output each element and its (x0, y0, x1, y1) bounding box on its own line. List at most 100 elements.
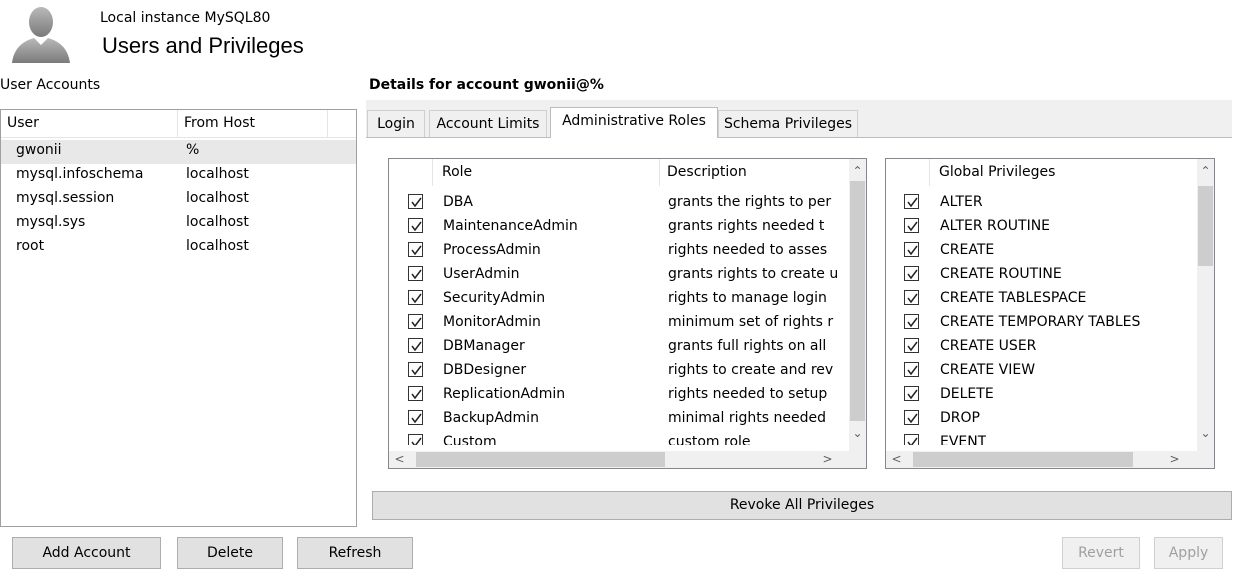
tab-login[interactable]: Login (367, 110, 425, 137)
list-item[interactable]: UserAdmin grants rights to create u (389, 263, 851, 287)
list-item[interactable]: DROP (886, 407, 1198, 431)
roles-list[interactable]: Role Description DBA grants the rights t… (388, 158, 867, 469)
column-user[interactable]: User (7, 115, 39, 131)
table-row[interactable]: mysql.sys localhost (1, 212, 356, 236)
role-checkbox[interactable] (408, 314, 423, 329)
tab-schema-privileges[interactable]: Schema Privileges (718, 110, 858, 137)
column-global-privileges[interactable]: Global Privileges (939, 164, 1055, 180)
user-accounts-table[interactable]: User From Host gwonii % mysql.infoschema… (0, 109, 357, 527)
privileges-header: Global Privileges (886, 159, 1198, 186)
tab-administrative-roles[interactable]: Administrative Roles (550, 107, 718, 138)
scroll-up-icon[interactable]: ⌃ (1197, 163, 1214, 180)
privilege-checkbox[interactable] (904, 362, 919, 377)
tab-strip: Login Account Limits Administrative Role… (366, 107, 1232, 138)
role-checkbox[interactable] (408, 218, 423, 233)
instance-name: Local instance MySQL80 (100, 10, 271, 26)
scroll-left-icon[interactable]: < (888, 451, 905, 468)
host-cell: localhost (186, 190, 249, 206)
privilege-name: EVENT (940, 434, 987, 445)
tab-account-limits[interactable]: Account Limits (429, 110, 547, 137)
list-item[interactable]: CREATE TABLESPACE (886, 287, 1198, 311)
global-privileges-list[interactable]: Global Privileges ALTER ALTER ROUTINE CR… (885, 158, 1215, 469)
scroll-thumb[interactable] (1198, 186, 1213, 266)
roles-vertical-scrollbar[interactable]: ⌃ ⌄ (849, 159, 866, 451)
role-checkbox[interactable] (408, 386, 423, 401)
delete-button[interactable]: Delete (177, 537, 283, 569)
list-item[interactable]: CREATE VIEW (886, 359, 1198, 383)
user-cell: mysql.sys (16, 214, 86, 230)
host-cell: % (186, 142, 200, 158)
scroll-down-icon[interactable]: ⌄ (849, 425, 866, 442)
column-description[interactable]: Description (667, 164, 747, 180)
add-account-button[interactable]: Add Account (12, 537, 161, 569)
privilege-checkbox[interactable] (904, 410, 919, 425)
privilege-checkbox[interactable] (904, 386, 919, 401)
table-row[interactable]: gwonii % (1, 140, 356, 164)
table-row[interactable]: mysql.infoschema localhost (1, 164, 356, 188)
roles-horizontal-scrollbar[interactable]: < > (389, 451, 866, 468)
scroll-up-icon[interactable]: ⌃ (849, 163, 866, 180)
scroll-thumb[interactable] (913, 452, 1133, 467)
role-checkbox[interactable] (408, 362, 423, 377)
privilege-name: DROP (940, 410, 980, 426)
list-item[interactable]: MonitorAdmin minimum set of rights r (389, 311, 851, 335)
list-item[interactable]: CREATE TEMPORARY TABLES (886, 311, 1198, 335)
role-checkbox[interactable] (408, 290, 423, 305)
privilege-checkbox[interactable] (904, 314, 919, 329)
list-item[interactable]: DBManager grants full rights on all (389, 335, 851, 359)
role-checkbox[interactable] (408, 410, 423, 425)
column-role[interactable]: Role (442, 164, 472, 180)
privilege-name: CREATE ROUTINE (940, 266, 1062, 282)
role-checkbox[interactable] (408, 242, 423, 257)
user-cell: mysql.infoschema (16, 166, 144, 182)
role-checkbox[interactable] (408, 194, 423, 209)
role-description: grants full rights on all (668, 338, 827, 354)
privilege-checkbox[interactable] (904, 290, 919, 305)
scroll-right-icon[interactable]: > (819, 451, 836, 468)
apply-button[interactable]: Apply (1154, 537, 1223, 569)
user-accounts-label: User Accounts (0, 77, 101, 93)
list-item[interactable]: ALTER ROUTINE (886, 215, 1198, 239)
list-item[interactable]: BackupAdmin minimal rights needed (389, 407, 851, 431)
privilege-checkbox[interactable] (904, 434, 919, 445)
privilege-checkbox[interactable] (904, 338, 919, 353)
privilege-checkbox[interactable] (904, 266, 919, 281)
scroll-left-icon[interactable]: < (391, 451, 408, 468)
list-item[interactable]: ProcessAdmin rights needed to asses (389, 239, 851, 263)
revert-button[interactable]: Revert (1062, 537, 1140, 569)
column-from-host[interactable]: From Host (184, 115, 255, 131)
scroll-right-icon[interactable]: > (1166, 451, 1183, 468)
table-row[interactable]: root localhost (1, 236, 356, 260)
role-checkbox[interactable] (408, 434, 423, 445)
privilege-checkbox[interactable] (904, 194, 919, 209)
host-cell: localhost (186, 214, 249, 230)
list-item[interactable]: SecurityAdmin rights to manage login (389, 287, 851, 311)
list-item[interactable]: Custom custom role (389, 431, 851, 445)
privilege-checkbox[interactable] (904, 218, 919, 233)
list-item[interactable]: CREATE USER (886, 335, 1198, 359)
role-name: DBDesigner (443, 362, 527, 378)
list-item[interactable]: ReplicationAdmin rights needed to setup (389, 383, 851, 407)
list-item[interactable]: DBDesigner rights to create and rev (389, 359, 851, 383)
role-checkbox[interactable] (408, 266, 423, 281)
user-cell: mysql.session (16, 190, 115, 206)
revoke-all-privileges-button[interactable]: Revoke All Privileges (372, 491, 1232, 520)
role-name: MaintenanceAdmin (443, 218, 578, 234)
scroll-thumb[interactable] (850, 181, 865, 421)
table-row[interactable]: mysql.session localhost (1, 188, 356, 212)
role-checkbox[interactable] (408, 338, 423, 353)
list-item[interactable]: ALTER (886, 191, 1198, 215)
refresh-button[interactable]: Refresh (297, 537, 413, 569)
list-item[interactable]: CREATE ROUTINE (886, 263, 1198, 287)
scroll-down-icon[interactable]: ⌄ (1197, 425, 1214, 442)
privileges-horizontal-scrollbar[interactable]: < > (886, 451, 1214, 468)
list-item[interactable]: EVENT (886, 431, 1198, 445)
privileges-vertical-scrollbar[interactable]: ⌃ ⌄ (1197, 159, 1214, 451)
list-item[interactable]: DBA grants the rights to per (389, 191, 851, 215)
details-title: Details for account gwonii@% (369, 77, 604, 93)
scroll-thumb[interactable] (416, 452, 665, 467)
list-item[interactable]: CREATE (886, 239, 1198, 263)
privilege-checkbox[interactable] (904, 242, 919, 257)
list-item[interactable]: MaintenanceAdmin grants rights needed t (389, 215, 851, 239)
list-item[interactable]: DELETE (886, 383, 1198, 407)
